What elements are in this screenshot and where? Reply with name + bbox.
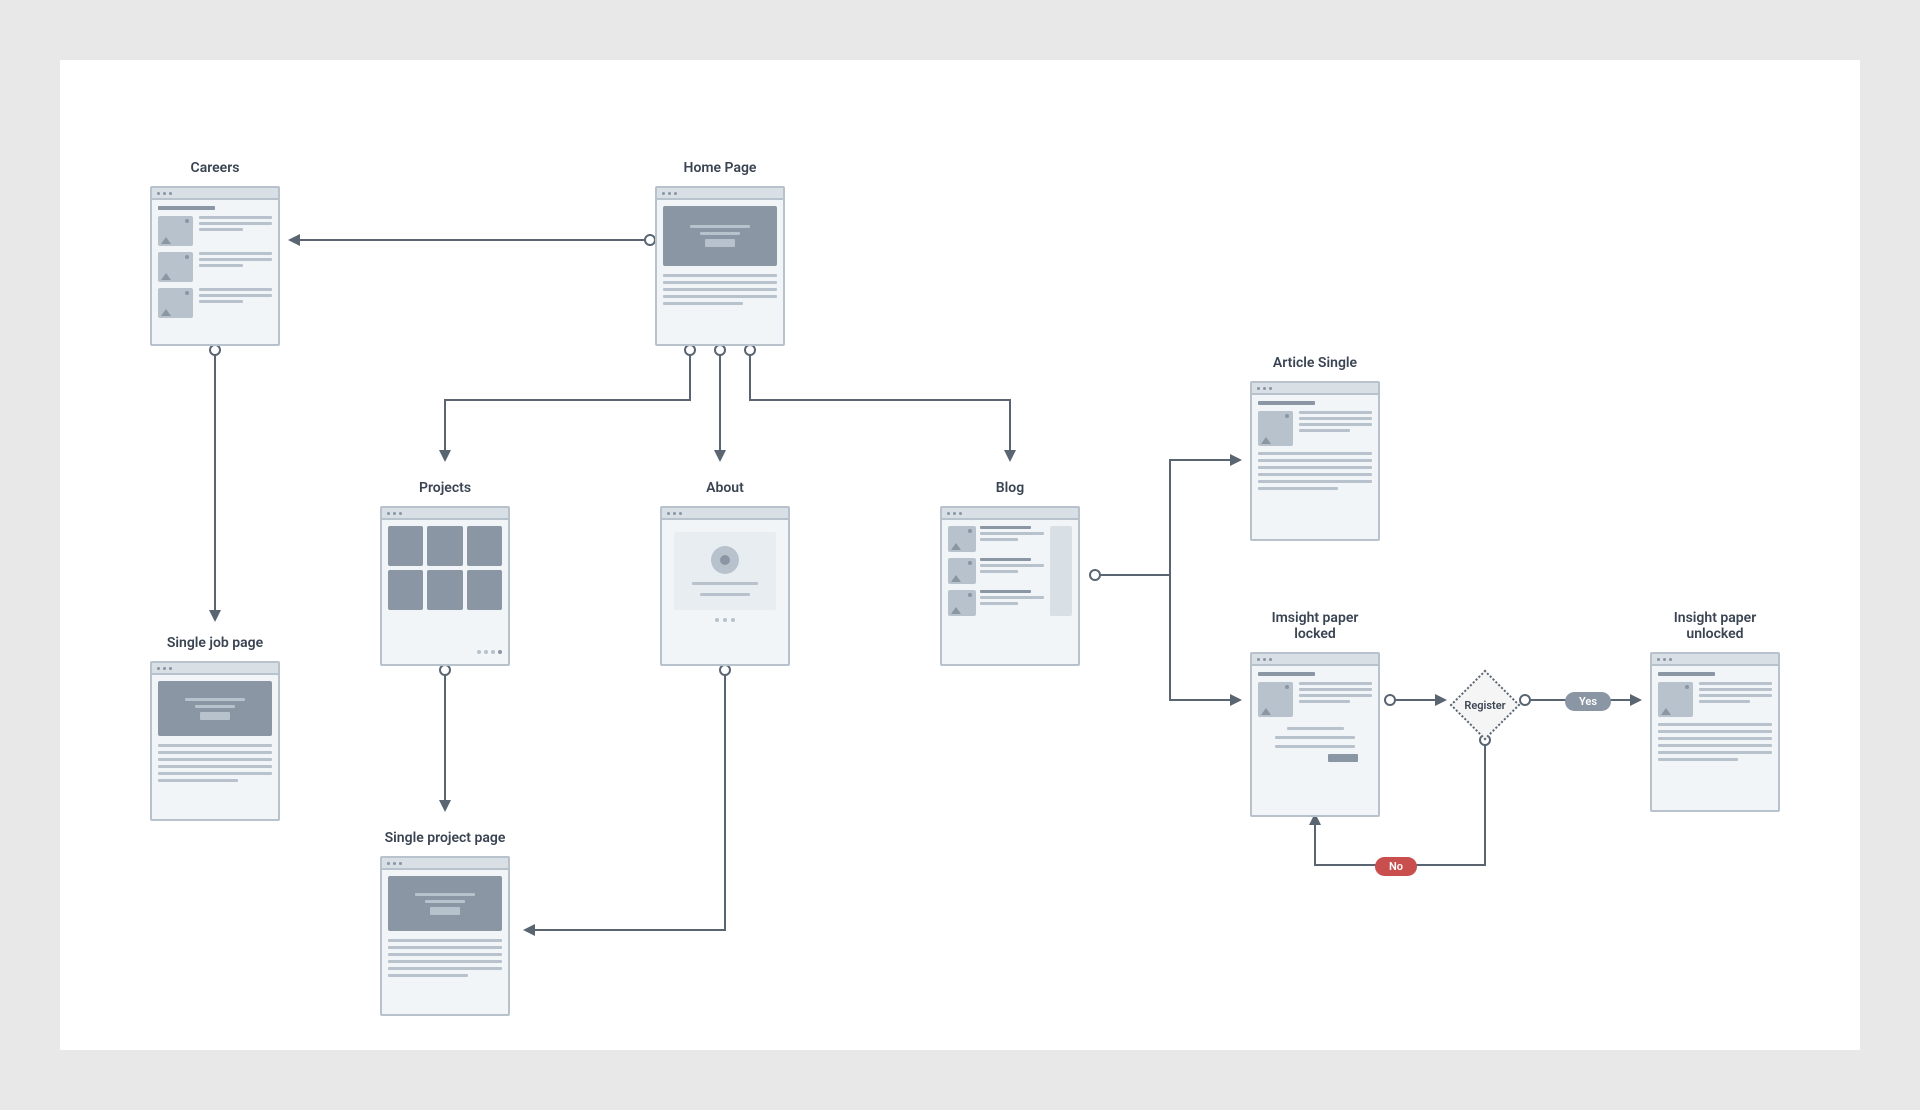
wireframe-hero: [380, 856, 510, 1016]
node-single-job[interactable]: Single job page: [150, 635, 280, 821]
node-label: Insight paper unlocked: [1650, 610, 1780, 642]
wireframe-locked: [1250, 652, 1380, 817]
node-insight-unlocked[interactable]: Insight paper unlocked: [1650, 610, 1780, 812]
sitemap-canvas: Home Page Careers: [60, 60, 1860, 1050]
node-label: About: [660, 480, 790, 496]
wireframe-blog: [940, 506, 1080, 666]
node-label: Article Single: [1250, 355, 1380, 371]
node-projects[interactable]: Projects: [380, 480, 510, 666]
node-insight-locked[interactable]: Imsight paper locked: [1250, 610, 1380, 817]
node-label: Blog: [940, 480, 1080, 496]
node-label: Imsight paper locked: [1250, 610, 1380, 642]
node-article-single[interactable]: Article Single: [1250, 355, 1380, 541]
decision-label: Register: [1464, 699, 1505, 712]
node-single-project[interactable]: Single project page: [380, 830, 510, 1016]
node-label: Projects: [380, 480, 510, 496]
pill-yes: Yes: [1565, 692, 1611, 711]
node-label: Single project page: [380, 830, 510, 846]
node-label: Careers: [150, 160, 280, 176]
node-about[interactable]: About: [660, 480, 790, 666]
wireframe-grid: [380, 506, 510, 666]
wireframe-hero: [655, 186, 785, 346]
wireframe-list: [150, 186, 280, 346]
wireframe-hero: [150, 661, 280, 821]
pill-no: No: [1375, 857, 1417, 876]
node-label: Single job page: [150, 635, 280, 651]
decision-register[interactable]: Register: [1450, 670, 1520, 740]
wireframe-article: [1650, 652, 1780, 812]
node-label: Home Page: [655, 160, 785, 176]
wireframe-article: [1250, 381, 1380, 541]
node-home-page[interactable]: Home Page: [655, 160, 785, 346]
node-blog[interactable]: Blog: [940, 480, 1080, 666]
wireframe-profile: [660, 506, 790, 666]
node-careers[interactable]: Careers: [150, 160, 280, 346]
